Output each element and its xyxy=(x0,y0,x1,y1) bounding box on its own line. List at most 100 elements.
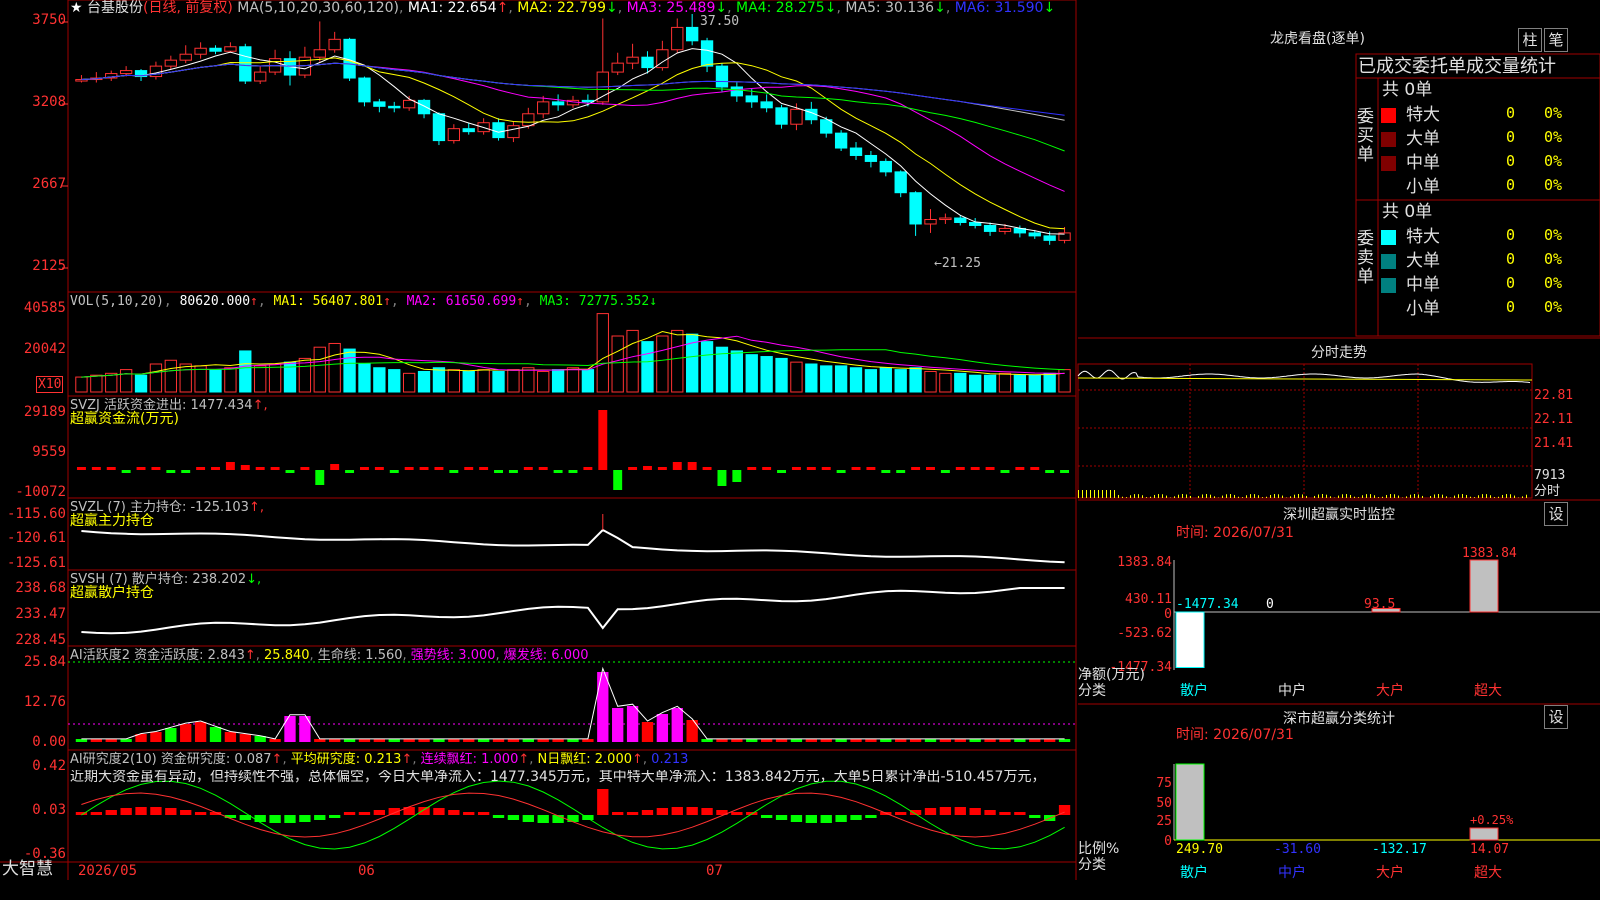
research-bar xyxy=(686,807,698,815)
separator: , xyxy=(617,0,627,16)
research-bar xyxy=(358,812,371,815)
szclass-value-label: -31.60 xyxy=(1274,842,1321,857)
ma20-line xyxy=(81,62,1065,192)
volume-header: VOL(5,10,20), 80620.000↑, MA1: 56407.801… xyxy=(70,294,657,309)
sell-side-label: 委卖单 xyxy=(1357,229,1374,287)
price-axis-label: 2667 xyxy=(32,176,66,192)
sell-color-swatch xyxy=(1381,254,1396,269)
activity-bar xyxy=(1058,739,1071,742)
flow-bar xyxy=(896,470,906,473)
activity-bar xyxy=(597,672,609,742)
trend-arrow-icon: ↑ xyxy=(496,0,509,16)
buy-row-count: 0 xyxy=(1506,104,1516,122)
intraday-volume-bar xyxy=(1174,496,1175,498)
activity-bar xyxy=(373,739,386,742)
szmon-category: 散户 xyxy=(1180,683,1208,699)
flow-bar xyxy=(136,467,146,470)
activity-bar xyxy=(329,739,341,742)
volume-bar xyxy=(1043,372,1056,393)
volume-bar xyxy=(537,370,550,393)
separator: , xyxy=(508,0,518,16)
vol-header-item: MA3: 72775.352 xyxy=(539,294,650,309)
volume-bar xyxy=(954,372,967,393)
volume-bar xyxy=(149,363,163,393)
price-axis-label: 2125 xyxy=(32,258,66,274)
research-bar xyxy=(760,815,773,818)
research-bar xyxy=(895,812,907,815)
buy-row-name: 特大 xyxy=(1406,105,1440,125)
intraday-volume-bar xyxy=(1478,495,1479,498)
research-bar xyxy=(790,815,803,822)
volume-axis-label: 40585 xyxy=(23,300,66,316)
research-bar xyxy=(120,808,132,815)
tick-mode-button[interactable]: 笔 xyxy=(1544,28,1568,52)
intraday-volume-bar xyxy=(1474,497,1475,498)
ma-header-item: MA6: 31.590 xyxy=(954,0,1044,16)
separator: , xyxy=(399,0,408,16)
flow-bar xyxy=(881,470,891,473)
research-bar xyxy=(1029,815,1041,818)
flow-bar xyxy=(404,467,414,470)
vol-header-item: MA1: 56407.801 xyxy=(273,294,384,309)
candle-body xyxy=(537,101,550,115)
candle-body xyxy=(551,101,565,106)
research-bar xyxy=(865,815,877,818)
flow-bar xyxy=(911,467,921,470)
szmon-axis-label: 1383.84 xyxy=(1117,555,1172,570)
bar-mode-button[interactable]: 柱 xyxy=(1518,28,1542,52)
favorite-star-icon[interactable]: ★ xyxy=(70,0,87,16)
volume-bar xyxy=(730,350,744,393)
buy-color-swatch xyxy=(1381,156,1396,171)
szmon-xlabel: 分类 xyxy=(1078,683,1106,699)
research-bar xyxy=(314,815,326,820)
activity-bar xyxy=(180,724,192,742)
research-bar xyxy=(492,815,505,818)
szmon-settings-button[interactable]: 设 xyxy=(1544,502,1568,526)
intraday-volume-bar xyxy=(1270,494,1271,498)
research-bar xyxy=(254,815,266,822)
flow-bar xyxy=(970,467,980,470)
volume-bar xyxy=(313,346,326,393)
volume-bar xyxy=(358,363,371,393)
candle-body xyxy=(373,101,386,107)
flow-bar xyxy=(211,467,220,470)
volume-bar xyxy=(134,374,148,393)
intraday-volume-bar xyxy=(1498,496,1499,498)
szclass-settings-button[interactable]: 设 xyxy=(1544,705,1568,729)
volume-bar xyxy=(209,369,222,393)
separator: , xyxy=(523,294,540,309)
volume-bar xyxy=(388,369,401,393)
flow-bar xyxy=(672,462,682,470)
intraday-axis-label: 21.41 xyxy=(1534,436,1574,451)
activity-bar xyxy=(760,739,773,742)
flow-bar xyxy=(568,470,578,473)
intraday-volume-bar xyxy=(1198,495,1199,498)
price-axis-label: 3208 xyxy=(32,94,66,110)
ai-research-note: 近期大资金虽有异动，但持续性不强，总体偏空，今日大单净流入：1477.345万元… xyxy=(70,770,1046,785)
trend-arrow-icon: ↑ xyxy=(518,752,530,767)
flow-bar xyxy=(374,467,384,470)
vol-header-item: 80620.000 xyxy=(179,294,251,309)
szclass-axis-label: 0 xyxy=(1164,834,1172,849)
flow-bar xyxy=(91,467,101,470)
sell-row-pct: 0% xyxy=(1544,250,1563,268)
szclass-category: 散户 xyxy=(1180,865,1208,881)
research-bar xyxy=(522,815,534,822)
period-label[interactable]: (日线, 前复权) xyxy=(143,0,237,16)
volume-bar xyxy=(328,342,341,393)
volume-bar xyxy=(775,357,788,393)
longhu-subtitle: 已成交委托单成交量统计 xyxy=(1358,56,1556,77)
intraday-volume-bar xyxy=(1098,490,1099,498)
svsh-subtitle: 超赢散户持仓 xyxy=(70,585,154,601)
intraday-volume-bar xyxy=(1506,494,1507,498)
szmon-axis-label: 0 xyxy=(1164,607,1172,622)
volume-bar xyxy=(939,372,952,393)
flow-bar xyxy=(643,466,652,470)
research-bar xyxy=(418,807,430,815)
volume-bar xyxy=(611,335,624,393)
activity-bar xyxy=(269,739,281,742)
ai1-header-item: 强势线: 3.000 xyxy=(410,648,496,663)
sell-color-swatch xyxy=(1381,278,1396,293)
activity-bar xyxy=(299,716,311,742)
candle-body xyxy=(313,49,326,58)
